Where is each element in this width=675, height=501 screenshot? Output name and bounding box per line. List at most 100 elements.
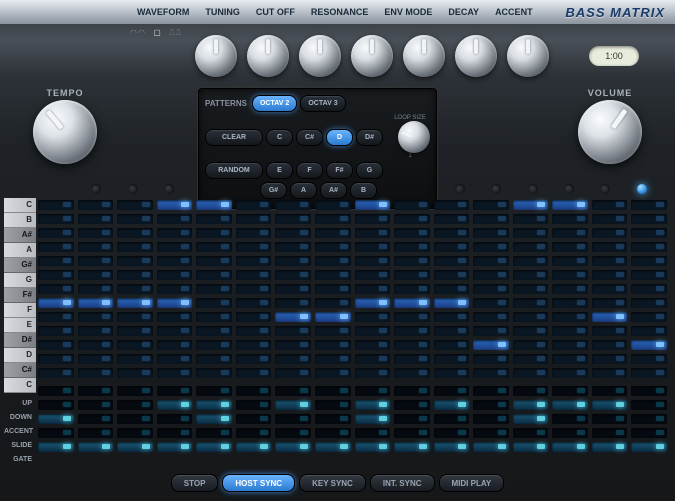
step-cell[interactable] [592,228,628,238]
step-cell[interactable] [592,326,628,336]
octave-tab[interactable]: OCTAV 2 [252,95,297,112]
step-cell[interactable] [117,354,153,364]
accent-knob[interactable] [507,35,549,77]
param-step-cell[interactable] [78,414,114,424]
step-cell[interactable] [513,200,549,210]
note-button[interactable]: A# [320,182,347,199]
param-step-cell[interactable] [117,414,153,424]
note-button[interactable]: B [350,182,377,199]
step-cell[interactable] [196,340,232,350]
step-cell[interactable] [434,298,470,308]
param-step-cell[interactable] [38,442,74,452]
resonance-knob[interactable] [351,35,393,77]
param-step-cell[interactable] [315,414,351,424]
step-cell[interactable] [513,340,549,350]
step-cell[interactable] [513,214,549,224]
step-cell[interactable] [394,200,430,210]
step-cell[interactable] [513,228,549,238]
step-cell[interactable] [236,200,272,210]
param-step-cell[interactable] [473,428,509,438]
param-step-cell[interactable] [355,442,391,452]
param-step-cell[interactable] [473,414,509,424]
param-step-cell[interactable] [592,386,628,396]
step-cell[interactable] [275,228,311,238]
param-step-cell[interactable] [38,414,74,424]
step-cell[interactable] [196,256,232,266]
step-cell[interactable] [552,340,588,350]
step-cell[interactable] [473,354,509,364]
step-cell[interactable] [552,270,588,280]
step-cell[interactable] [473,200,509,210]
step-cell[interactable] [513,298,549,308]
param-step-cell[interactable] [434,400,470,410]
param-step-cell[interactable] [513,442,549,452]
step-cell[interactable] [315,270,351,280]
step-cell[interactable] [552,256,588,266]
step-cell[interactable] [78,354,114,364]
step-cell[interactable] [473,340,509,350]
step-cell[interactable] [315,312,351,322]
note-button[interactable]: F [296,162,323,179]
step-cell[interactable] [117,270,153,280]
param-step-cell[interactable] [38,400,74,410]
step-cell[interactable] [631,228,667,238]
note-button[interactable]: C# [296,129,323,146]
step-cell[interactable] [552,368,588,378]
step-cell[interactable] [631,284,667,294]
transport-button[interactable]: INT. SYNC [370,474,435,492]
param-step-cell[interactable] [196,442,232,452]
param-step-cell[interactable] [117,428,153,438]
param-step-cell[interactable] [552,386,588,396]
step-cell[interactable] [38,368,74,378]
step-cell[interactable] [157,298,193,308]
step-cell[interactable] [315,368,351,378]
step-cell[interactable] [117,256,153,266]
param-step-cell[interactable] [196,414,232,424]
step-cell[interactable] [117,368,153,378]
step-cell[interactable] [236,214,272,224]
step-cell[interactable] [236,270,272,280]
param-step-cell[interactable] [394,428,430,438]
step-cell[interactable] [236,284,272,294]
step-cell[interactable] [394,242,430,252]
param-step-cell[interactable] [157,442,193,452]
step-cell[interactable] [434,214,470,224]
param-step-cell[interactable] [315,428,351,438]
step-cell[interactable] [434,228,470,238]
param-step-cell[interactable] [473,386,509,396]
step-cell[interactable] [196,214,232,224]
step-cell[interactable] [552,298,588,308]
param-step-cell[interactable] [355,386,391,396]
step-cell[interactable] [592,270,628,280]
step-cell[interactable] [196,242,232,252]
step-cell[interactable] [157,228,193,238]
tempo-knob[interactable] [33,100,97,164]
step-cell[interactable] [631,312,667,322]
step-cell[interactable] [513,312,549,322]
waveform-selector-icon[interactable]: ◠◠ ▢ ⎍⎍ [128,28,184,38]
step-cell[interactable] [157,326,193,336]
step-cell[interactable] [117,326,153,336]
step-cell[interactable] [236,256,272,266]
step-cell[interactable] [78,242,114,252]
step-cell[interactable] [434,326,470,336]
step-cell[interactable] [196,326,232,336]
step-cell[interactable] [394,270,430,280]
step-cell[interactable] [275,214,311,224]
step-cell[interactable] [275,312,311,322]
step-cell[interactable] [38,326,74,336]
param-step-cell[interactable] [355,414,391,424]
step-cell[interactable] [78,312,114,322]
step-cell[interactable] [78,256,114,266]
step-cell[interactable] [315,298,351,308]
step-cell[interactable] [38,256,74,266]
step-cell[interactable] [157,368,193,378]
step-cell[interactable] [592,256,628,266]
step-cell[interactable] [157,214,193,224]
step-cell[interactable] [275,326,311,336]
step-cell[interactable] [473,214,509,224]
step-cell[interactable] [394,214,430,224]
step-cell[interactable] [275,284,311,294]
param-step-cell[interactable] [236,400,272,410]
step-cell[interactable] [513,284,549,294]
